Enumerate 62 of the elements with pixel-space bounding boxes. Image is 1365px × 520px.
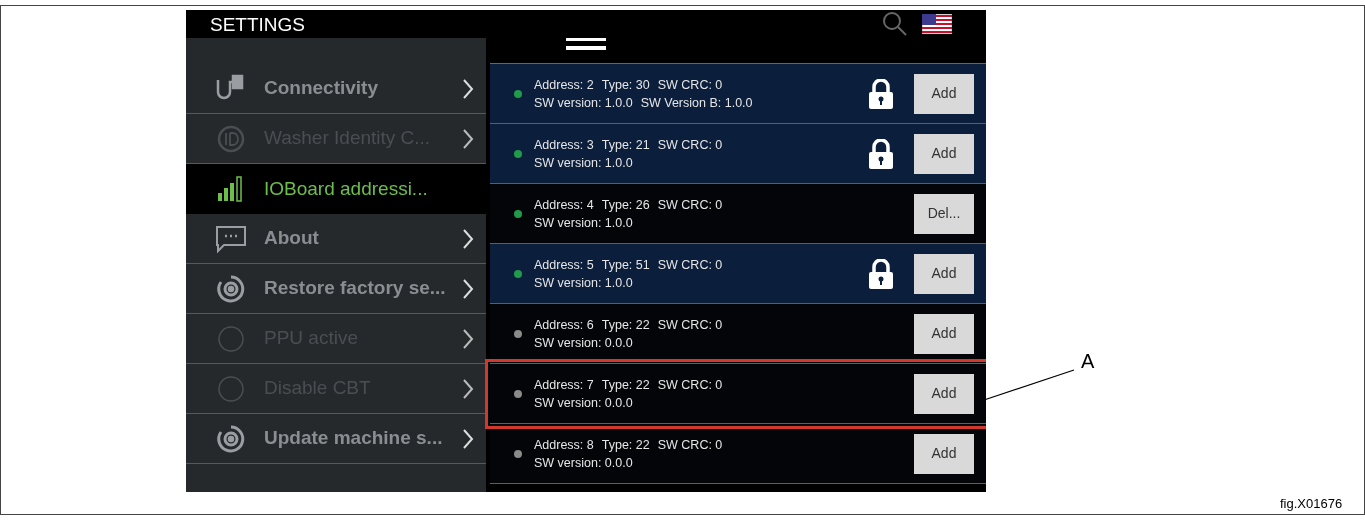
address-text: Address: 8 xyxy=(534,436,594,454)
address-text: Address: 4 xyxy=(534,196,594,214)
address-text: Address: 7 xyxy=(534,376,594,394)
action-button[interactable]: Add xyxy=(914,133,974,174)
search-icon[interactable] xyxy=(882,11,908,37)
crc-text: SW CRC: 0 xyxy=(657,376,723,394)
action-button[interactable]: Add xyxy=(914,313,974,354)
chevron-right-icon xyxy=(462,327,474,350)
chevron-right-icon xyxy=(462,277,474,300)
screen-title: SETTINGS xyxy=(210,14,306,34)
crc-text: SW CRC: 0 xyxy=(657,196,723,214)
crc-text: SW CRC: 0 xyxy=(657,136,723,154)
action-button[interactable]: Add xyxy=(914,373,974,414)
menu-item-label: About xyxy=(264,226,320,251)
crc-text: SW CRC: 0 xyxy=(657,76,723,94)
menu-item[interactable]: Connectivity xyxy=(186,64,486,114)
padlock-icon xyxy=(868,138,894,169)
menu-item-label: IOBoard addressi... xyxy=(264,176,429,201)
version-text: SW version: 0.0.0 xyxy=(534,334,633,352)
action-button[interactable]: Add xyxy=(914,433,974,474)
address-text: Address: 6 xyxy=(534,316,594,334)
padlock-icon xyxy=(868,258,894,289)
crc-text: SW CRC: 0 xyxy=(657,256,723,274)
crc-text: SW CRC: 0 xyxy=(657,316,723,334)
version-text: SW version: 1.0.0 xyxy=(534,154,633,172)
type-text: Type: 22 xyxy=(601,316,650,334)
action-button[interactable]: Add xyxy=(914,253,974,294)
chevron-right-icon xyxy=(462,127,474,150)
chevron-right-icon xyxy=(462,227,474,250)
menu-item[interactable]: Restore factory se... xyxy=(186,264,486,314)
chevron-right-icon xyxy=(462,77,474,100)
type-text: Type: 22 xyxy=(601,376,650,394)
flag-icon[interactable] xyxy=(922,14,952,34)
action-button[interactable]: Del... xyxy=(914,193,974,234)
callout-label: A xyxy=(1081,349,1095,374)
address-text: Address: 2 xyxy=(534,76,594,94)
version-text: SW version: 0.0.0 xyxy=(534,454,633,472)
menu-item-label: Update machine s... xyxy=(264,426,444,451)
address-text: Address: 5 xyxy=(534,256,594,274)
chevron-right-icon xyxy=(462,427,474,450)
type-text: Type: 51 xyxy=(601,256,650,274)
action-button[interactable]: Add xyxy=(914,73,974,114)
menu-item[interactable]: About xyxy=(186,214,486,264)
type-text: Type: 30 xyxy=(601,76,650,94)
type-text: Type: 26 xyxy=(601,196,650,214)
chevron-right-icon xyxy=(462,377,474,400)
menu-item[interactable]: Update machine s... xyxy=(186,414,486,464)
type-text: Type: 21 xyxy=(601,136,650,154)
menu-item-label: Restore factory se... xyxy=(264,276,446,301)
version-text: SW version: 1.0.0 xyxy=(534,274,633,292)
menu-item[interactable]: IOBoard addressi... xyxy=(186,164,486,214)
type-text: Type: 22 xyxy=(601,436,650,454)
menu-item-label: Connectivity xyxy=(264,76,380,101)
crc-text: SW CRC: 0 xyxy=(657,436,723,454)
chat-icon xyxy=(214,223,248,254)
address-text: Address: 3 xyxy=(534,136,594,154)
figure-caption: fig.X01676 xyxy=(1280,496,1343,512)
version-b-text: SW Version B: 1.0.0 xyxy=(640,94,753,112)
padlock-icon xyxy=(868,78,894,109)
version-text: SW version: 0.0.0 xyxy=(534,394,633,412)
version-text: SW version: 1.0.0 xyxy=(534,214,633,232)
version-text: SW version: 1.0.0 xyxy=(534,94,633,112)
